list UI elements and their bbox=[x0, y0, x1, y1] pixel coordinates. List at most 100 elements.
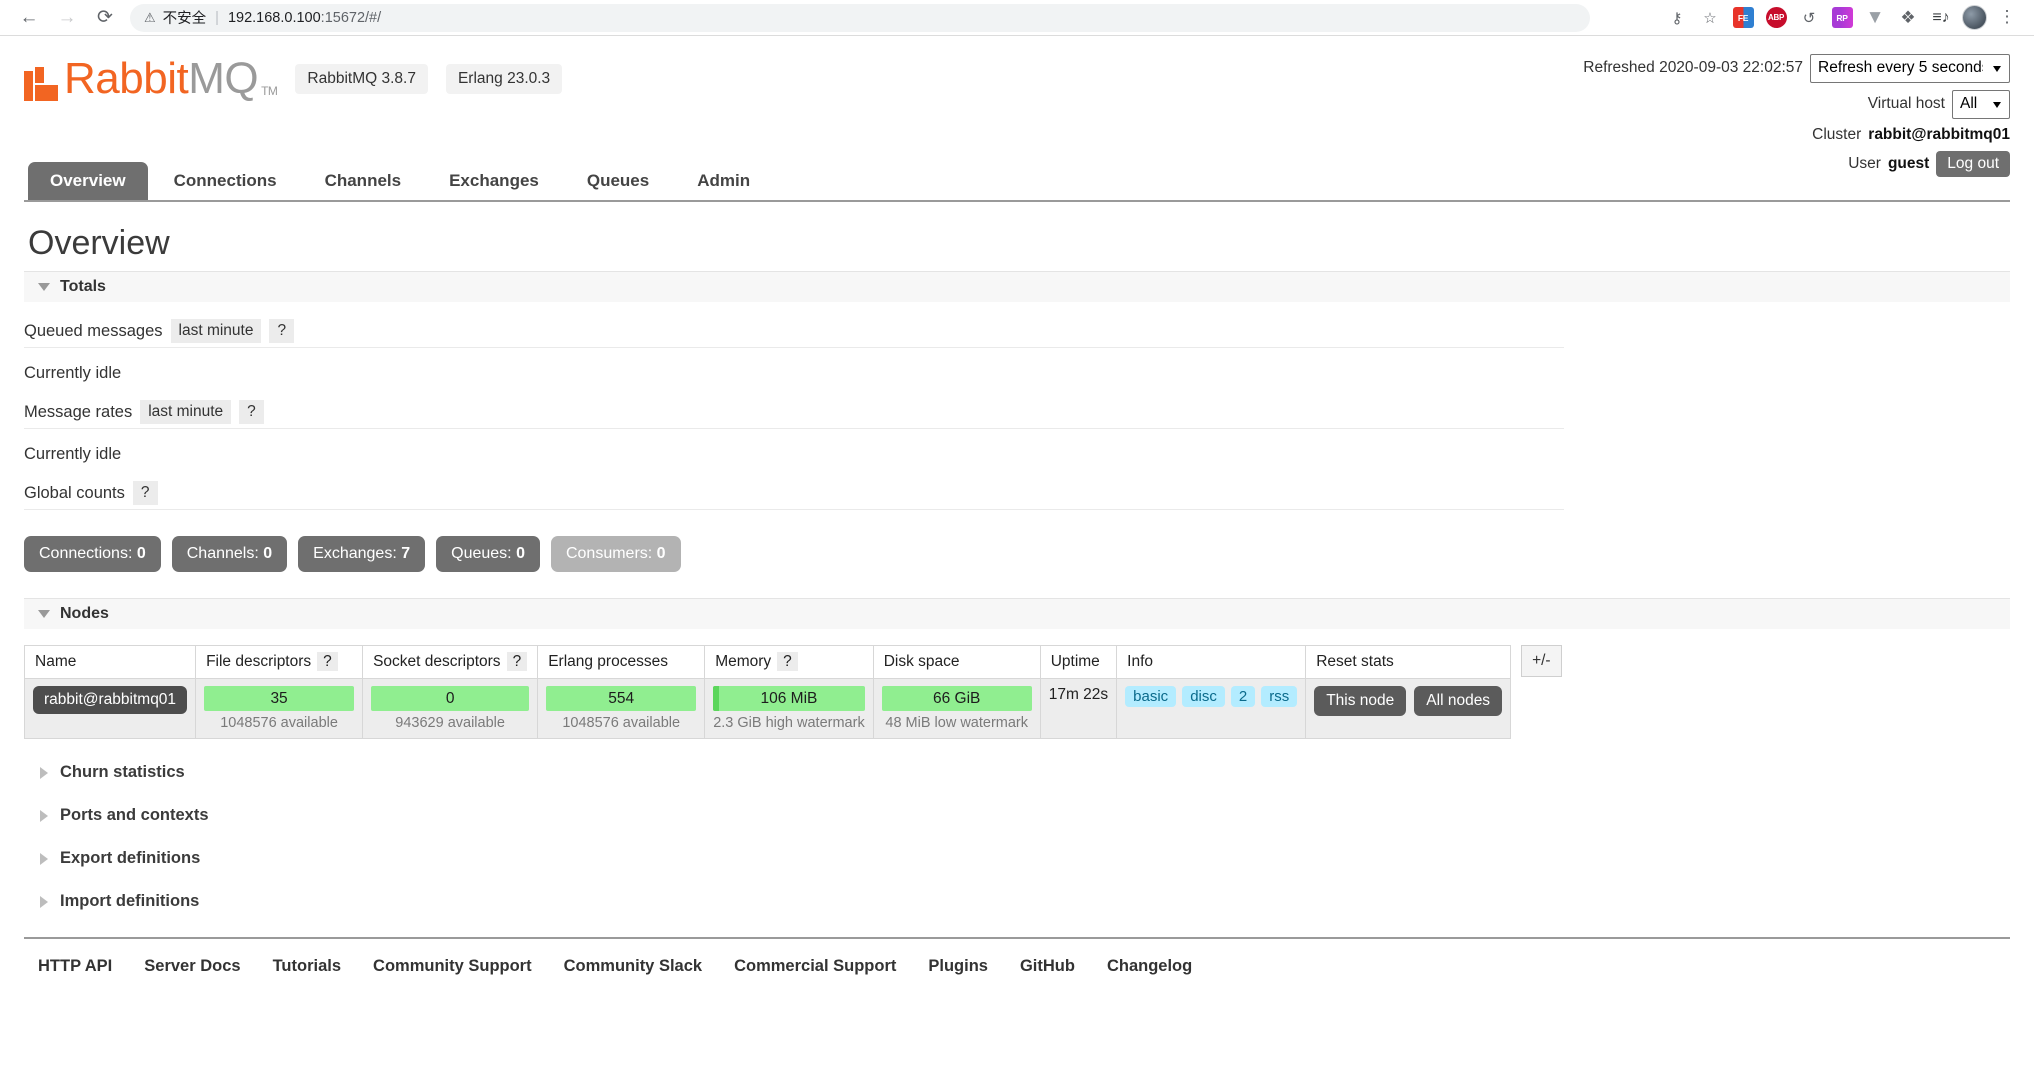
tab-exchanges[interactable]: Exchanges bbox=[427, 162, 561, 200]
global-counts-help-icon[interactable]: ? bbox=[132, 481, 158, 505]
rabbitmq-logo[interactable]: Rabbit MQ TM bbox=[24, 54, 278, 104]
cell-reset-stats: This node All nodes bbox=[1305, 678, 1512, 739]
count-exchanges-button[interactable]: Exchanges: 7 bbox=[298, 536, 426, 572]
disk-space-note: 48 MiB low watermark bbox=[885, 715, 1029, 731]
logout-button[interactable]: Log out bbox=[1936, 150, 2010, 177]
profile-avatar[interactable] bbox=[1959, 3, 1989, 33]
message-rates-row: Message rates last minute ? bbox=[24, 400, 1564, 429]
reset-all-nodes-button[interactable]: All nodes bbox=[1414, 686, 1503, 716]
chevron-down-icon bbox=[38, 283, 50, 291]
count-connections-button[interactable]: Connections: 0 bbox=[24, 536, 161, 572]
queued-messages-help-icon[interactable]: ? bbox=[269, 319, 295, 343]
count-connections-value: 0 bbox=[136, 545, 146, 562]
section-header-nodes[interactable]: Nodes bbox=[24, 598, 2010, 629]
count-exchanges-value: 7 bbox=[401, 545, 411, 562]
info-badge-rss[interactable]: rss bbox=[1261, 686, 1298, 707]
column-header-erlang-processes[interactable]: Erlang processes bbox=[537, 645, 706, 679]
url-path: :15672/#/ bbox=[320, 9, 382, 26]
back-arrow-icon[interactable]: ← bbox=[10, 3, 48, 33]
file-descriptors-gauge: 35 bbox=[204, 686, 355, 711]
count-channels-button[interactable]: Channels: 0 bbox=[171, 536, 288, 572]
section-import-definitions[interactable]: Import definitions bbox=[24, 892, 2010, 911]
socket-descriptors-help-icon[interactable]: ? bbox=[506, 652, 528, 671]
info-badge-basic[interactable]: basic bbox=[1125, 686, 1177, 707]
refresh-interval-select[interactable]: Refresh every 5 seconds bbox=[1810, 54, 2010, 83]
chevron-right-icon bbox=[40, 809, 48, 822]
chevron-right-icon bbox=[40, 895, 48, 908]
column-header-disk-space[interactable]: Disk space bbox=[872, 645, 1041, 679]
history-extension-icon[interactable]: ↺ bbox=[1794, 3, 1824, 33]
memory-note: 2.3 GiB high watermark bbox=[713, 715, 865, 731]
v-extension-icon[interactable]: ▼ bbox=[1860, 3, 1890, 33]
cell-socket-descriptors: 0 943629 available bbox=[362, 678, 539, 739]
file-descriptors-help-icon[interactable]: ? bbox=[317, 652, 338, 671]
tab-channels[interactable]: Channels bbox=[303, 162, 424, 200]
password-key-icon[interactable]: ⚷ bbox=[1662, 3, 1692, 33]
disk-space-gauge: 66 GiB bbox=[881, 686, 1032, 711]
column-header-file-descriptors[interactable]: File descriptors? bbox=[195, 645, 364, 679]
puzzle-extensions-icon[interactable]: ❖ bbox=[1893, 3, 1923, 33]
file-descriptors-value: 35 bbox=[270, 689, 288, 707]
tab-connections[interactable]: Connections bbox=[152, 162, 299, 200]
message-rates-period-chip[interactable]: last minute bbox=[140, 400, 232, 424]
count-channels-value: 0 bbox=[263, 545, 273, 562]
vhost-row: Virtual host All bbox=[1583, 89, 2010, 119]
nodes-table-header-row: Name File descriptors? Socket descriptor… bbox=[23, 645, 1512, 679]
info-badge-disc[interactable]: disc bbox=[1182, 686, 1225, 707]
adblock-plus-icon[interactable]: ABP bbox=[1761, 3, 1791, 33]
column-header-info[interactable]: Info bbox=[1116, 645, 1307, 679]
column-toggle-button[interactable]: +/- bbox=[1521, 645, 1562, 677]
column-header-uptime[interactable]: Uptime bbox=[1039, 645, 1118, 679]
node-name-pill[interactable]: rabbit@rabbitmq01 bbox=[33, 686, 188, 714]
column-header-socket-descriptors[interactable]: Socket descriptors? bbox=[362, 645, 539, 679]
bookmark-star-icon[interactable]: ☆ bbox=[1695, 3, 1725, 33]
section-churn-statistics[interactable]: Churn statistics bbox=[24, 763, 2010, 782]
column-header-memory[interactable]: Memory? bbox=[704, 645, 874, 679]
rabbitmq-version-badge: RabbitMQ 3.8.7 bbox=[295, 64, 428, 94]
column-header-name[interactable]: Name bbox=[23, 645, 197, 679]
message-rates-help-icon[interactable]: ? bbox=[239, 400, 264, 424]
info-badge-count[interactable]: 2 bbox=[1230, 686, 1256, 707]
disk-space-value: 66 GiB bbox=[933, 689, 981, 707]
tab-admin[interactable]: Admin bbox=[675, 162, 772, 200]
queued-messages-period-chip[interactable]: last minute bbox=[170, 319, 262, 343]
cluster-name: rabbit@rabbitmq01 bbox=[1868, 125, 2010, 143]
rp-extension-icon[interactable]: RP bbox=[1827, 3, 1857, 33]
chevron-right-icon bbox=[40, 766, 48, 779]
cluster-label: Cluster bbox=[1812, 125, 1862, 143]
footer-link-tutorials[interactable]: Tutorials bbox=[273, 957, 341, 976]
section-export-definitions[interactable]: Export definitions bbox=[24, 849, 2010, 868]
footer-link-server-docs[interactable]: Server Docs bbox=[144, 957, 240, 976]
tab-overview[interactable]: Overview bbox=[28, 162, 148, 200]
footer-link-community-slack[interactable]: Community Slack bbox=[564, 957, 702, 976]
fe-extension-icon[interactable]: FE bbox=[1728, 3, 1758, 33]
refresh-row: Refreshed 2020-09-03 22:02:57 Refresh ev… bbox=[1583, 54, 2010, 83]
footer-link-changelog[interactable]: Changelog bbox=[1107, 957, 1192, 976]
logo-rabbit-text: Rabbit bbox=[64, 54, 189, 103]
chevron-right-icon bbox=[40, 852, 48, 865]
count-queues-button[interactable]: Queues: 0 bbox=[436, 536, 540, 572]
reset-this-node-button[interactable]: This node bbox=[1314, 686, 1407, 716]
erlang-processes-gauge: 554 bbox=[546, 686, 697, 711]
playlist-icon[interactable]: ≡♪ bbox=[1926, 3, 1956, 33]
nodes-table: Name File descriptors? Socket descriptor… bbox=[23, 645, 1512, 739]
footer-link-github[interactable]: GitHub bbox=[1020, 957, 1075, 976]
footer-link-commercial-support[interactable]: Commercial Support bbox=[734, 957, 896, 976]
count-consumers-value: 0 bbox=[656, 545, 666, 562]
reload-icon[interactable]: ⟳ bbox=[86, 3, 124, 33]
column-header-reset-stats[interactable]: Reset stats bbox=[1305, 645, 1512, 679]
vhost-select[interactable]: All bbox=[1952, 89, 2010, 119]
section-ports-and-contexts[interactable]: Ports and contexts bbox=[24, 806, 2010, 825]
chrome-menu-icon[interactable]: ⋮ bbox=[1992, 3, 2022, 33]
address-bar[interactable]: ⚠ 不安全 | 192.168.0.100:15672/#/ bbox=[130, 3, 1590, 32]
header-status-panel: Refreshed 2020-09-03 22:02:57 Refresh ev… bbox=[1583, 54, 2010, 184]
forward-arrow-icon: → bbox=[57, 7, 77, 28]
tab-queues[interactable]: Queues bbox=[565, 162, 671, 200]
count-exchanges-label: Exchanges: bbox=[313, 545, 397, 562]
footer-link-plugins[interactable]: Plugins bbox=[928, 957, 988, 976]
browser-toolbar: ← → ⟳ ⚠ 不安全 | 192.168.0.100:15672/#/ ⚷ ☆… bbox=[0, 0, 2034, 36]
footer-link-community-support[interactable]: Community Support bbox=[373, 957, 532, 976]
section-header-totals[interactable]: Totals bbox=[24, 271, 2010, 302]
footer-link-http-api[interactable]: HTTP API bbox=[38, 957, 112, 976]
memory-help-icon[interactable]: ? bbox=[777, 652, 798, 671]
